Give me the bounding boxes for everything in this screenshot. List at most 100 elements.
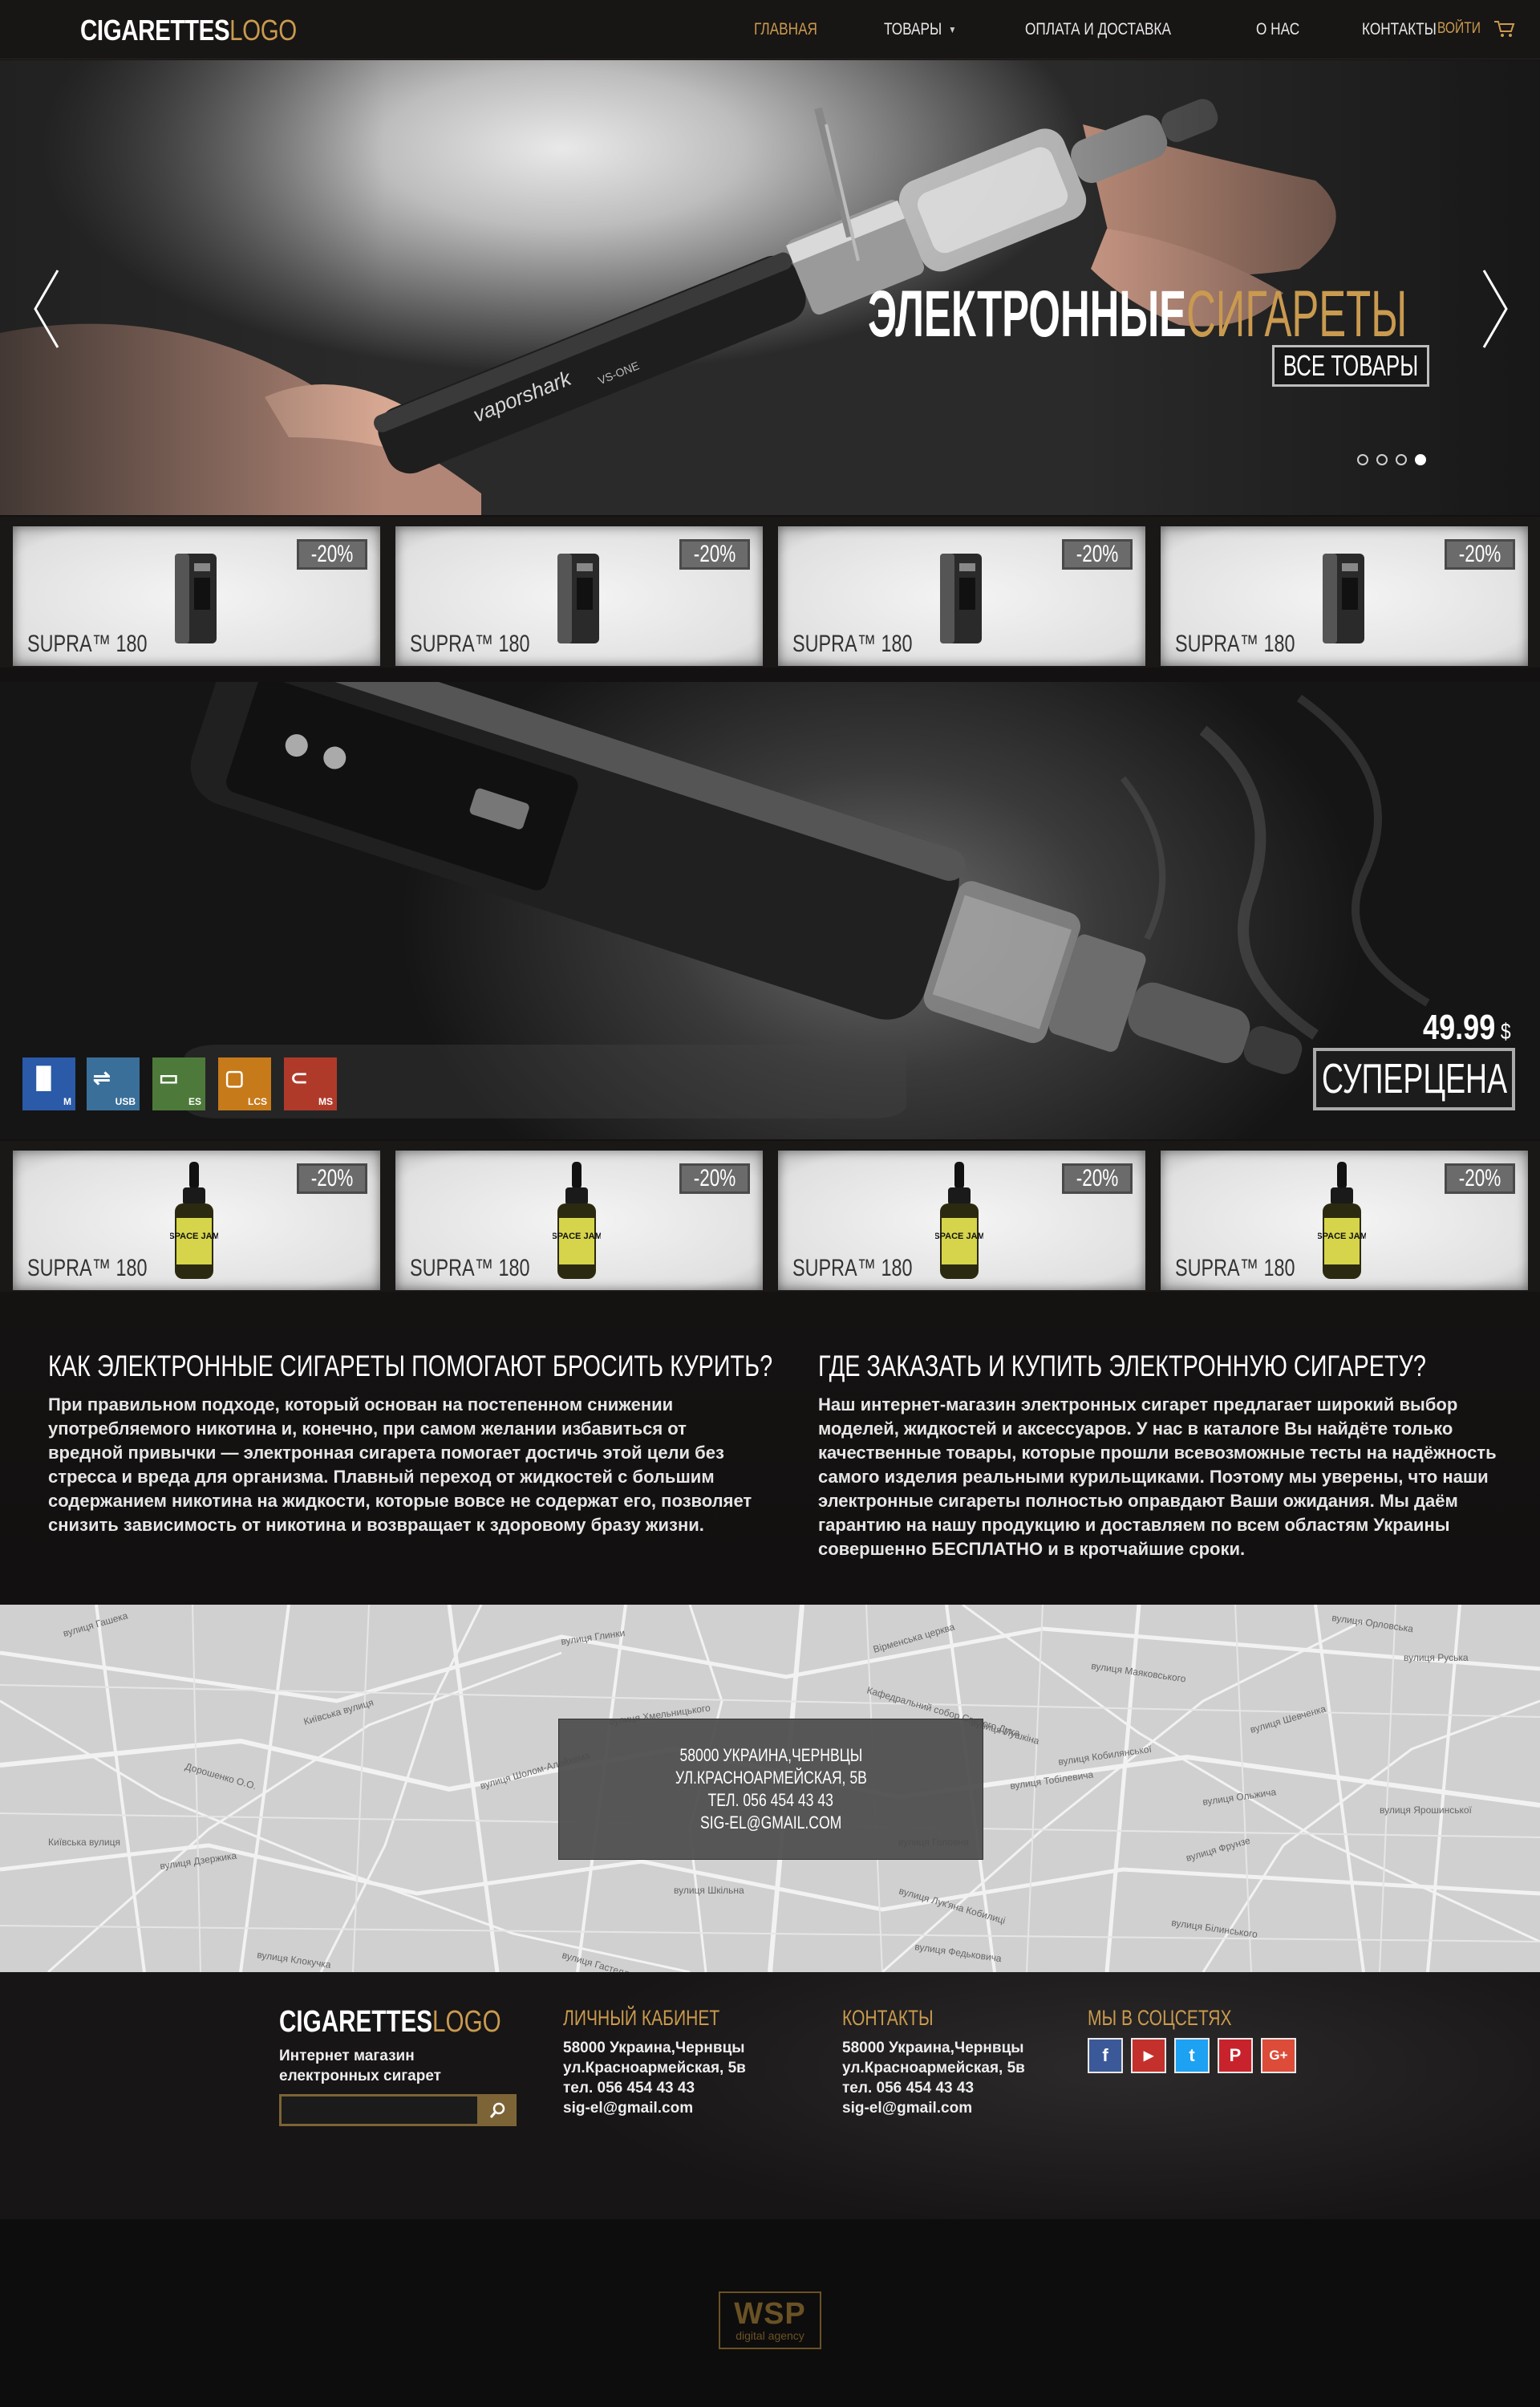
box-mod-image: [940, 554, 982, 643]
all-products-button[interactable]: ВСЕ ТОВАРЫ: [1272, 345, 1429, 387]
product-card[interactable]: SPACE JAM -20% SUPRA™ 180: [395, 1151, 763, 1290]
map-street-label: Вірменська церква: [872, 1621, 956, 1654]
feature-lcs-symbol: ▢: [225, 1065, 245, 1090]
map-street-label: вулиця Ярошинської: [1380, 1804, 1473, 1816]
feature-usb-label: USB: [115, 1096, 136, 1107]
footer-search-button[interactable]: [480, 2094, 517, 2126]
footer-brand: CIGARETTESLOGO Интернет магазин електрон…: [279, 2006, 564, 2086]
slider-dot-3[interactable]: [1396, 454, 1407, 465]
pinterest-icon[interactable]: P: [1218, 2038, 1253, 2073]
map-address-line-2: УЛ.КРАСНОАРМЕЙСКАЯ, 5В: [675, 1768, 867, 1788]
login-cart-button[interactable]: ВОЙТИ: [1437, 19, 1516, 39]
products-row-1: -20% SUPRA™ 180 -20% SUPRA™ 180 -20% SUP…: [0, 517, 1540, 668]
product-card[interactable]: -20% SUPRA™ 180: [1161, 526, 1528, 666]
footer-line: ул.Красноармейская, 5в: [563, 2060, 746, 2076]
google-plus-icon[interactable]: G+: [1261, 2038, 1296, 2073]
feature-lcs-icon: ▢ LCS: [218, 1057, 271, 1110]
pinterest-glyph: P: [1229, 2045, 1242, 2065]
nav-products[interactable]: ТОВАРЫ ▼: [884, 20, 956, 39]
product-card[interactable]: SPACE JAM -20% SUPRA™ 180: [13, 1151, 380, 1290]
discount-badge-text: -20%: [1458, 541, 1502, 567]
product-card[interactable]: -20% SUPRA™ 180: [395, 526, 763, 666]
promo-price-value: 49.99: [1423, 1008, 1496, 1047]
product-card[interactable]: SPACE JAM -20% SUPRA™ 180: [1161, 1151, 1528, 1290]
info-where-to-buy: ГДЕ ЗАКАЗАТЬ И КУПИТЬ ЭЛЕКТРОННУЮ СИГАРЕ…: [818, 1350, 1524, 1561]
map-phone: ТЕЛ. 056 454 43 43: [707, 1790, 834, 1810]
product-card[interactable]: SPACE JAM -20% SUPRA™ 180: [778, 1151, 1145, 1290]
product-name: SUPRA™ 180: [410, 1255, 530, 1281]
footer-logo[interactable]: CIGARETTESLOGO: [279, 2006, 501, 2038]
logo-part-1: CIGARETTES: [80, 14, 230, 47]
liquid-bottle-image: SPACE JAM: [935, 1162, 983, 1279]
liquid-bottle-image: SPACE JAM: [1318, 1162, 1366, 1279]
nav-about[interactable]: О НАС: [1256, 20, 1299, 39]
info-text: При правильном подходе, который основан …: [48, 1394, 752, 1535]
product-card[interactable]: -20% SUPRA™ 180: [13, 526, 380, 666]
map-street-label: вулиця Ольжича: [1202, 1786, 1277, 1808]
footer-logo-part-2: LOGO: [432, 2005, 501, 2039]
map-street-label: вулиця Гашека: [62, 1609, 129, 1638]
map-street-label: вулиця Клокучка: [257, 1949, 332, 1971]
footer-line[interactable]: sig-el@gmail.com: [563, 2098, 764, 2118]
footer-desc-1: Интернет магазин: [279, 2048, 415, 2064]
footer-cabinet-title[interactable]: ЛИЧНЫЙ КАБИНЕТ: [563, 2006, 719, 2033]
facebook-glyph: f: [1102, 2045, 1108, 2065]
feature-ms-symbol: ⊂: [290, 1065, 308, 1090]
box-mod-image: [175, 554, 217, 643]
feature-m-symbol: ▐▌: [29, 1065, 59, 1090]
slider-dot-2[interactable]: [1376, 454, 1388, 465]
nav-products-label: ТОВАРЫ: [884, 20, 942, 39]
footer-line: тел. 056 454 43 43: [842, 2080, 975, 2096]
footer-logo-part-1: CIGARETTES: [279, 2005, 433, 2039]
footer-line[interactable]: sig-el@gmail.com: [842, 2098, 1025, 2118]
map-street-label: вулиця Білинського: [1171, 1917, 1258, 1940]
site-logo[interactable]: CIGARETTESLOGO: [80, 14, 297, 47]
discount-badge-text: -20%: [1076, 1165, 1119, 1191]
slider-dot-1[interactable]: [1357, 454, 1368, 465]
feature-es-icon: ▭ ES: [152, 1057, 205, 1110]
product-card[interactable]: -20% SUPRA™ 180: [778, 526, 1145, 666]
info-section: КАК ЭЛЕКТРОННЫЕ СИГАРЕТЫ ПОМОГАЮТ БРОСИТ…: [0, 1292, 1540, 1605]
products-row-2: SPACE JAM -20% SUPRA™ 180 SPACE JAM -20%…: [0, 1141, 1540, 1292]
footer-line: 58000 Украина,Чернвцы: [563, 2040, 745, 2056]
footer-search-input[interactable]: [279, 2094, 480, 2126]
map-email[interactable]: SIG-EL@GMAIL.COM: [700, 1812, 841, 1834]
feature-lcs-label: LCS: [248, 1096, 267, 1107]
facebook-icon[interactable]: f: [1088, 2038, 1123, 2073]
discount-badge: -20%: [1445, 1163, 1515, 1194]
slider-dots: [1357, 454, 1434, 465]
info-title: ГДЕ ЗАКАЗАТЬ И КУПИТЬ ЭЛЕКТРОННУЮ СИГАРЕ…: [818, 1350, 1426, 1382]
wsp-agency-logo[interactable]: WSP digital agency: [719, 2291, 821, 2349]
footer-social-title: МЫ В СОЦСЕТЯХ: [1088, 2006, 1232, 2030]
youtube-icon[interactable]: ▶: [1131, 2038, 1166, 2073]
nav-contacts[interactable]: КОНТАКТЫ: [1362, 20, 1437, 39]
info-quit-smoking: КАК ЭЛЕКТРОННЫЕ СИГАРЕТЫ ПОМОГАЮТ БРОСИТ…: [48, 1350, 773, 1537]
map-street-label: вулиця Руська: [1404, 1652, 1469, 1663]
promo-price-currency: $: [1500, 1019, 1511, 1044]
hero-title-part-1: ЭЛЕКТРОННЫЕ: [868, 278, 1187, 351]
discount-badge-text: -20%: [693, 541, 736, 567]
arrow-left-icon[interactable]: [30, 269, 63, 349]
map-street-label: вулиця Шевченка: [1249, 1703, 1327, 1735]
nav-home[interactable]: ГЛАВНАЯ: [754, 20, 817, 39]
info-title: КАК ЭЛЕКТРОННЫЕ СИГАРЕТЫ ПОМОГАЮТ БРОСИТ…: [48, 1350, 773, 1382]
box-mod-image: [557, 554, 599, 643]
feature-es-label: ES: [188, 1096, 201, 1107]
super-price-button[interactable]: СУПЕРЦЕНА: [1313, 1048, 1515, 1110]
feature-ms-icon: ⊂ MS: [284, 1057, 337, 1110]
liquid-bottle-image: SPACE JAM: [553, 1162, 601, 1279]
footer-line: ул.Красноармейская, 5в: [842, 2060, 1025, 2076]
slider-dot-4[interactable]: [1415, 454, 1426, 465]
discount-badge: -20%: [679, 539, 750, 570]
footer-contacts-title[interactable]: КОНТАКТЫ: [842, 2006, 985, 2033]
product-name: SUPRA™ 180: [1175, 1255, 1295, 1281]
nav-payment-delivery[interactable]: ОПЛАТА И ДОСТАВКА: [1025, 20, 1171, 39]
discount-badge-text: -20%: [310, 541, 354, 567]
feature-usb-symbol: ⇌: [93, 1065, 111, 1090]
google-plus-glyph: G+: [1269, 2048, 1288, 2063]
arrow-right-icon[interactable]: [1479, 269, 1511, 349]
twitter-glyph: t: [1189, 2045, 1195, 2065]
social-links: f ▶ t P G+: [1088, 2038, 1304, 2073]
twitter-icon[interactable]: t: [1174, 2038, 1210, 2073]
caret-down-icon: ▼: [948, 24, 957, 35]
